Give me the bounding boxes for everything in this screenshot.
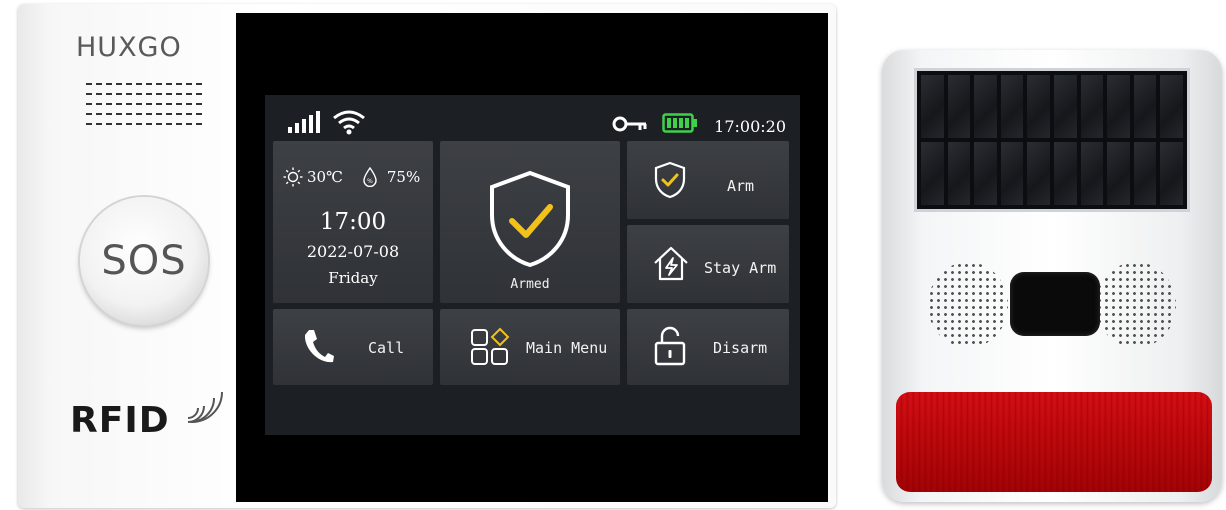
arm-button[interactable]: Arm <box>627 141 789 219</box>
wifi-icon <box>333 110 365 135</box>
rfid-wave-icon <box>187 391 223 423</box>
siren-sensor-lens <box>1010 272 1100 336</box>
status-clock: 17:00:20 <box>714 117 786 136</box>
humidity: 75% <box>386 168 421 186</box>
call-label: Call <box>368 339 405 357</box>
weather-tile: 30℃ % 75% 17:00 2022-07-08 Friday <box>273 141 433 303</box>
siren-speaker-left <box>928 262 1008 348</box>
disarm-label: Disarm <box>713 339 768 357</box>
home-day: Friday <box>328 269 378 287</box>
phone-icon <box>304 330 334 363</box>
unlock-icon <box>654 326 686 366</box>
disarm-button[interactable]: Disarm <box>627 309 789 385</box>
arm-label: Arm <box>727 177 755 195</box>
battery-icon <box>662 113 697 133</box>
key-icon <box>612 116 647 132</box>
solar-siren-device <box>882 50 1222 502</box>
svg-text:%: % <box>367 178 373 185</box>
touch-screen: 17:00:20 30℃ % 75% 17:00 2022-07-08 Frid <box>265 95 800 435</box>
sos-button[interactable]: SOS <box>80 197 208 325</box>
arm-shield-icon <box>654 161 686 199</box>
status-bar: 17:00:20 <box>265 95 800 139</box>
weather-row: 30℃ % 75% <box>283 167 420 187</box>
temperature: 30℃ <box>307 168 343 186</box>
stay-arm-button[interactable]: Stay Arm <box>627 225 789 303</box>
main-menu-label: Main Menu <box>526 339 608 357</box>
sos-label: SOS <box>101 238 187 284</box>
signal-icon <box>288 111 320 133</box>
siren-speaker-right <box>1096 262 1176 348</box>
armed-status-label: Armed <box>510 277 550 292</box>
siren-strobe-light <box>896 392 1212 492</box>
sun-icon <box>283 167 303 187</box>
rfid-label: RFID <box>70 400 170 441</box>
solar-panel <box>914 68 1190 212</box>
brand-logo: HUXGO <box>76 32 182 63</box>
speaker-grille <box>86 78 202 125</box>
humidity-icon: % <box>363 167 377 187</box>
main-menu-button[interactable]: Main Menu <box>440 309 620 385</box>
shield-check-icon <box>490 170 570 268</box>
home-date: 2022-07-08 <box>306 242 400 261</box>
home-arm-icon <box>654 246 688 281</box>
stay-arm-label: Stay Arm <box>704 259 777 277</box>
home-time: 17:00 <box>319 209 387 235</box>
armed-status-tile[interactable]: Armed <box>440 141 620 303</box>
menu-grid-icon <box>471 327 510 365</box>
call-button[interactable]: Call <box>273 309 433 385</box>
